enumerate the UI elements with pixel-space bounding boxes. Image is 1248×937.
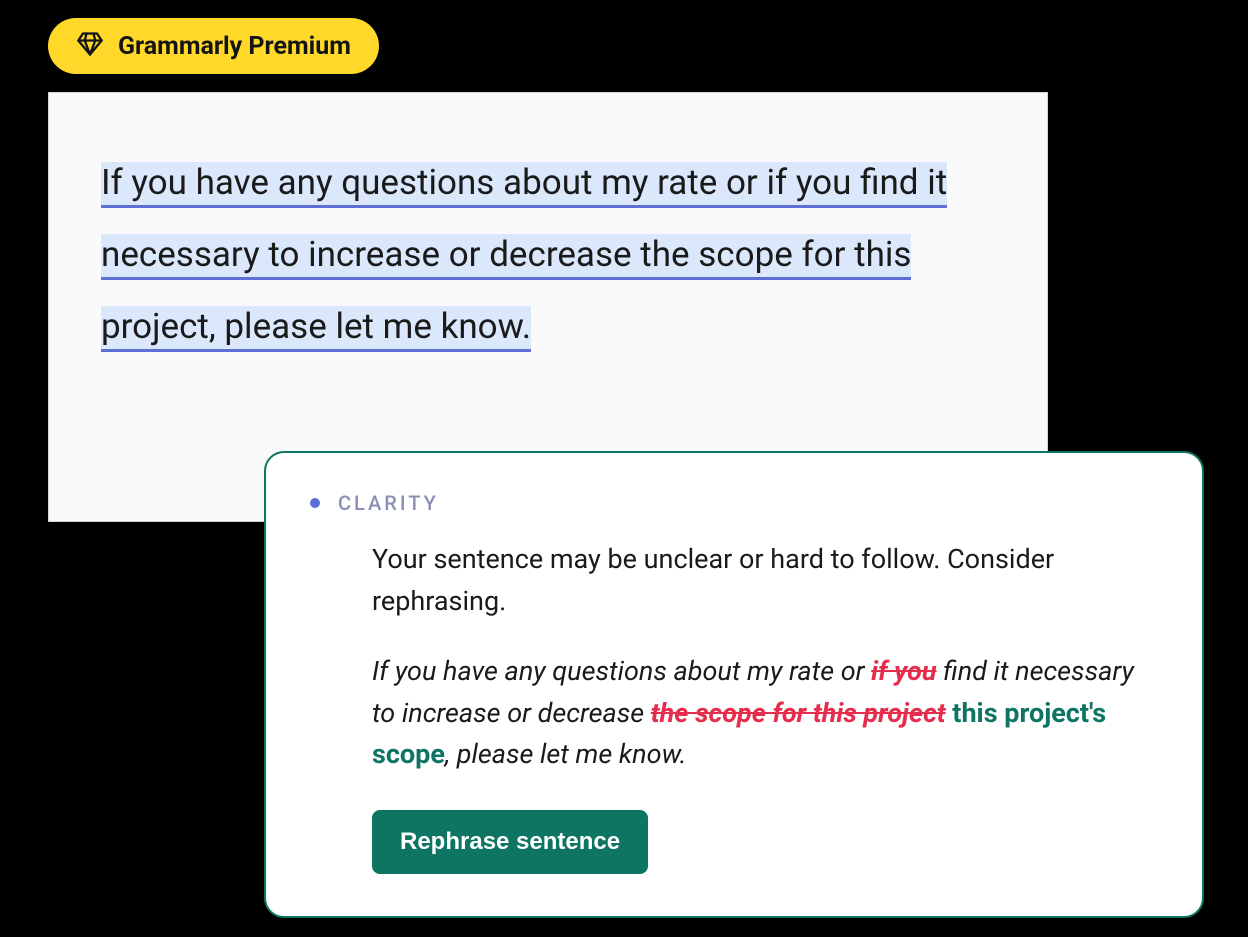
editor-text[interactable]: If you have any questions about my rate … <box>101 147 995 362</box>
premium-label: Grammarly Premium <box>118 32 351 61</box>
rephrase-button[interactable]: Rephrase sentence <box>372 810 648 874</box>
rewrite-preview: If you have any questions about my rate … <box>372 651 1158 777</box>
premium-badge: Grammarly Premium <box>48 18 379 74</box>
category-label: CLARITY <box>338 491 439 515</box>
explanation-text: Your sentence may be unclear or hard to … <box>372 539 1158 623</box>
strike-text: if you <box>871 655 936 687</box>
strike-text: the scope for this project <box>651 697 946 729</box>
category-dot-icon <box>310 498 320 508</box>
suggestion-header: CLARITY <box>310 491 1158 515</box>
suggestion-body: Your sentence may be unclear or hard to … <box>310 539 1158 874</box>
rewrite-part: , please let me know. <box>445 738 687 770</box>
suggestion-card: CLARITY Your sentence may be unclear or … <box>264 451 1204 918</box>
highlighted-sentence[interactable]: If you have any questions about my rate … <box>101 162 947 352</box>
diamond-icon <box>76 30 104 62</box>
rewrite-part: If you have any questions about my rate … <box>372 655 871 687</box>
